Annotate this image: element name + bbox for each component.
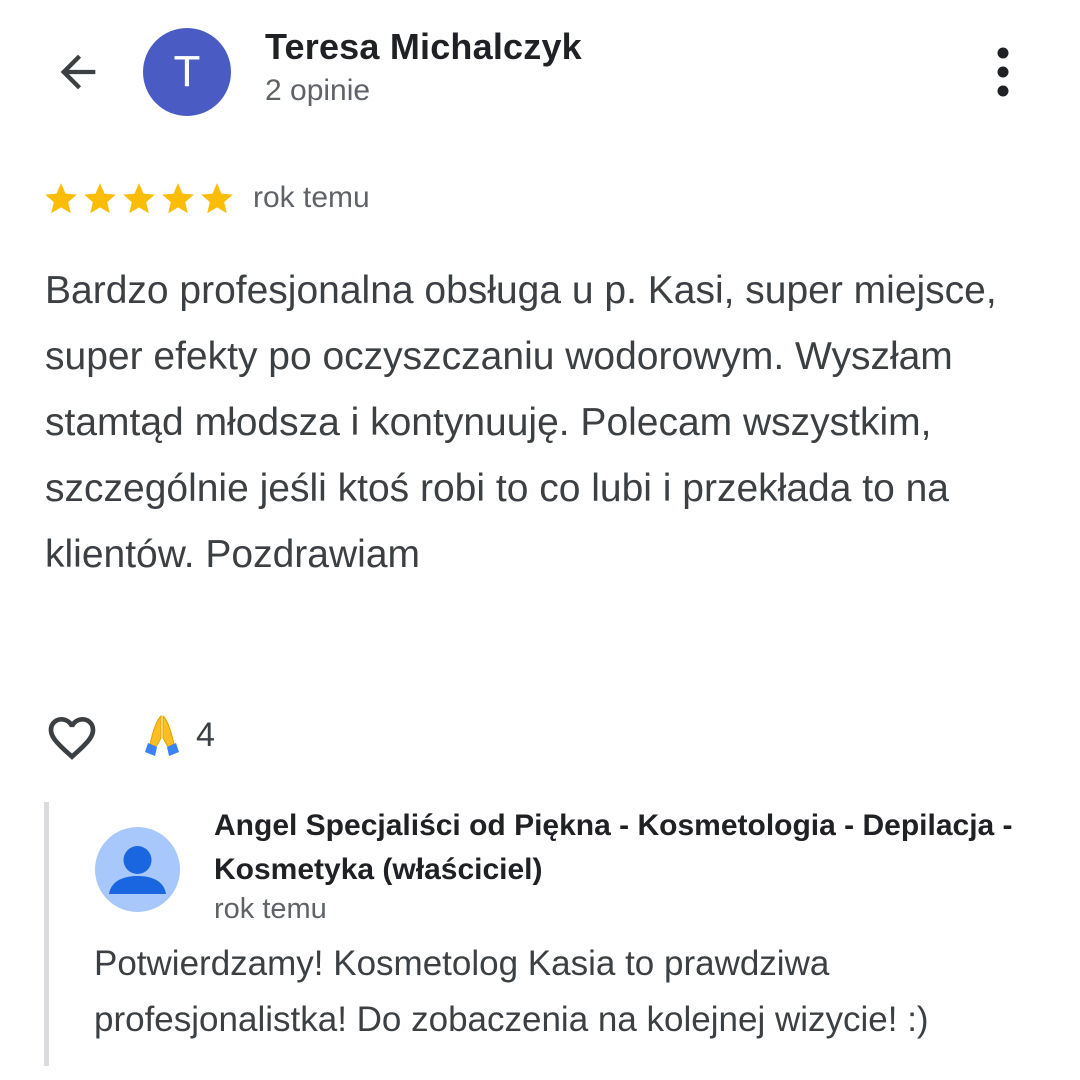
person-icon [109, 846, 166, 894]
star-icon [201, 183, 233, 214]
owner-name[interactable]: Angel Specjaliści od Piękna - Kosmetolog… [214, 804, 1054, 892]
more-options-button[interactable] [980, 44, 1026, 100]
star-rating [42, 180, 236, 218]
star-icon [123, 183, 155, 214]
owner-avatar [95, 827, 180, 912]
back-button[interactable] [48, 44, 108, 100]
star-icon [162, 183, 194, 214]
arrow-back-icon [60, 54, 96, 90]
folded-hands-icon [145, 715, 179, 756]
owner-reply-text: Potwierdzamy! Kosmetolog Kasia to prawdz… [94, 944, 929, 1039]
star-icon [84, 183, 116, 214]
reaction-chip[interactable]: 4 [142, 712, 215, 758]
review-time: rok temu [253, 181, 370, 214]
reviewer-avatar[interactable]: T [143, 28, 231, 116]
avatar-letter: T [173, 47, 201, 96]
star-icon [45, 183, 77, 214]
heart-outline-icon [48, 717, 96, 760]
reaction-count: 4 [196, 715, 215, 754]
owner-reply-time: rok temu [214, 893, 327, 925]
reviewer-review-count: 2 opinie [265, 74, 371, 107]
review-text: Bardzo profesjonalna obsługa u p. Kasi, … [45, 269, 997, 576]
reviewer-name[interactable]: Teresa Michalczyk [265, 26, 582, 68]
more-vert-icon [997, 47, 1009, 97]
reply-divider [44, 802, 49, 1066]
like-button[interactable] [40, 708, 104, 768]
